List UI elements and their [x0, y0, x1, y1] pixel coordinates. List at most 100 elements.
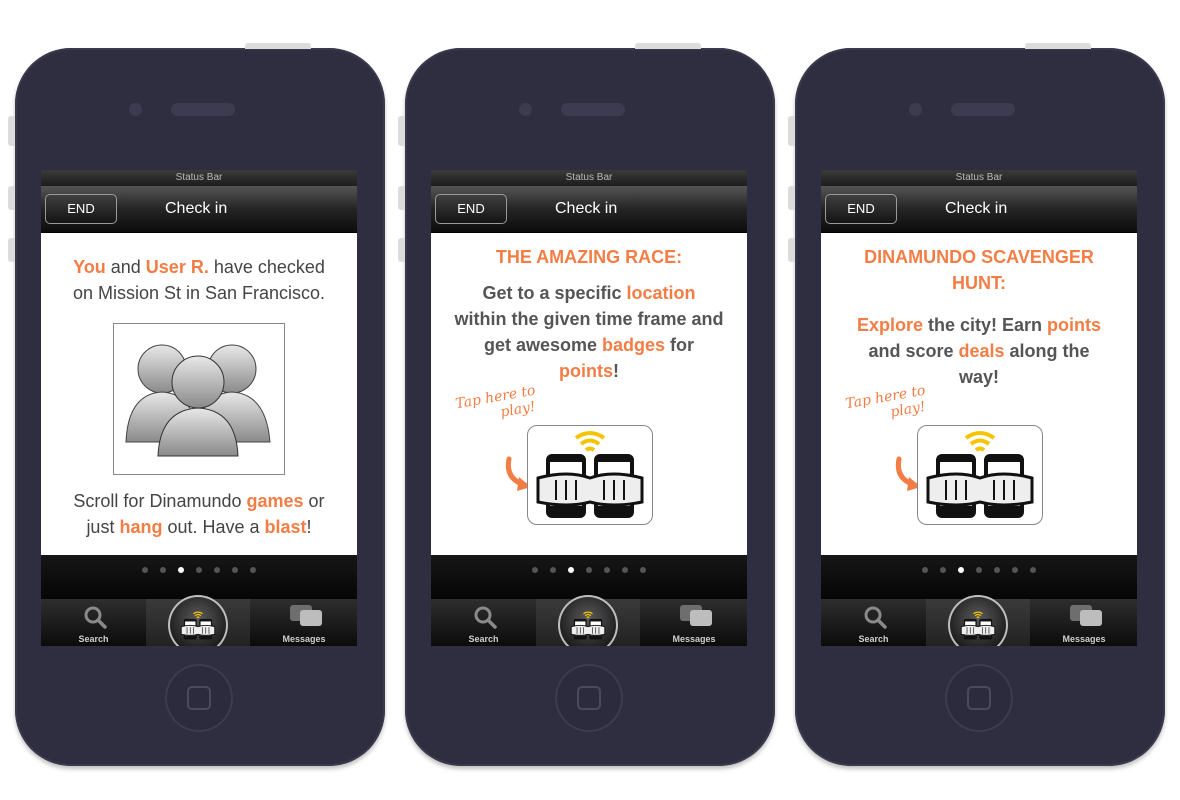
home-button-icon[interactable] — [945, 664, 1013, 732]
page-title: Check in — [555, 200, 618, 217]
game-line-1: Get to a specific location — [431, 283, 747, 304]
page-dot[interactable] — [232, 567, 238, 573]
status-bar: Status Bar — [431, 170, 747, 186]
power-button — [1025, 43, 1091, 49]
game-heading: THE AMAZING RACE: — [495, 247, 683, 267]
checkin-line-1: You and User R. have checked — [41, 257, 357, 278]
deals-highlight: deals — [958, 341, 1005, 361]
text: or — [303, 491, 325, 511]
text: ! — [613, 361, 619, 381]
location-highlight: location — [626, 283, 696, 303]
navigation-bar: END Check in — [41, 186, 357, 233]
page-indicator-bar — [431, 555, 747, 599]
play-phones-icon[interactable] — [948, 595, 1008, 646]
play-phones-icon[interactable] — [168, 595, 228, 646]
text: the city! Earn — [923, 315, 1048, 335]
page-dot[interactable] — [640, 567, 646, 573]
play-game-button[interactable] — [527, 425, 653, 525]
page-dot[interactable] — [622, 567, 628, 573]
tab-search[interactable]: Search — [821, 599, 926, 646]
text: along the — [1004, 341, 1090, 361]
home-button-icon[interactable] — [555, 664, 623, 732]
page-dot[interactable] — [1030, 567, 1036, 573]
play-phones-icon — [528, 428, 652, 518]
tab-messages-label: Messages — [672, 634, 716, 644]
badges-highlight: badges — [602, 335, 666, 355]
page-dot[interactable] — [922, 567, 928, 573]
messages-icon — [679, 604, 713, 628]
tab-bar: Search Messages — [821, 595, 1137, 646]
tab-messages[interactable]: Messages — [251, 599, 357, 646]
tab-play[interactable] — [536, 595, 640, 646]
mute-switch — [788, 116, 795, 146]
page-dot[interactable] — [604, 567, 610, 573]
tab-search[interactable]: Search — [431, 599, 536, 646]
page-dot[interactable] — [142, 567, 148, 573]
page-dot-active[interactable] — [568, 567, 574, 573]
play-phones-icon — [918, 428, 1042, 518]
text: and score — [868, 341, 959, 361]
page-indicator-bar — [41, 555, 357, 599]
page-dot[interactable] — [1012, 567, 1018, 573]
camera-icon — [519, 103, 532, 116]
play-phones-icon[interactable] — [558, 595, 618, 646]
text: get awesome — [483, 335, 602, 355]
game-line-3: get awesome badges for — [431, 335, 747, 356]
tab-messages-label: Messages — [282, 634, 326, 644]
end-button[interactable]: END — [435, 194, 507, 224]
home-button-icon[interactable] — [165, 664, 233, 732]
tab-search[interactable]: Search — [41, 599, 146, 646]
page-title: Check in — [165, 200, 228, 217]
page-dots[interactable] — [41, 567, 357, 573]
play-game-button[interactable] — [917, 425, 1043, 525]
text: Get to a specific — [482, 283, 627, 303]
game-heading-1: DINAMUNDO SCAVENGER — [864, 247, 1094, 267]
text: for — [665, 335, 695, 355]
status-bar: Status Bar — [41, 170, 357, 186]
volume-down-button — [398, 238, 405, 262]
game-content: THE AMAZING RACE: Get to a specific loca… — [431, 233, 747, 555]
page-dots[interactable] — [821, 567, 1137, 573]
page-dot[interactable] — [940, 567, 946, 573]
points-highlight: points — [1047, 315, 1102, 335]
page-dot[interactable] — [550, 567, 556, 573]
page-dot[interactable] — [994, 567, 1000, 573]
end-button[interactable]: END — [45, 194, 117, 224]
game-heading-2: HUNT: — [952, 273, 1006, 293]
camera-icon — [909, 103, 922, 116]
page-dot[interactable] — [586, 567, 592, 573]
messages-icon — [1069, 604, 1103, 628]
tab-messages[interactable]: Messages — [1031, 599, 1137, 646]
search-icon — [473, 605, 497, 629]
page-dot[interactable] — [532, 567, 538, 573]
speaker-icon — [951, 103, 1015, 116]
end-button[interactable]: END — [825, 194, 897, 224]
speaker-icon — [561, 103, 625, 116]
page-dot-active[interactable] — [958, 567, 964, 573]
users-group-icon — [113, 323, 285, 475]
hang-highlight: hang — [119, 517, 163, 537]
mute-switch — [398, 116, 405, 146]
page-dot-active[interactable] — [178, 567, 184, 573]
page-dots[interactable] — [431, 567, 747, 573]
app-screen: Status Bar END Check in You and User R. … — [41, 170, 357, 646]
tab-play[interactable] — [926, 595, 1030, 646]
page-dot[interactable] — [160, 567, 166, 573]
search-icon — [863, 605, 887, 629]
text: have checked — [208, 257, 325, 277]
game-line-1: Explore the city! Earn points — [821, 315, 1137, 336]
page-dot[interactable] — [250, 567, 256, 573]
page-dot[interactable] — [214, 567, 220, 573]
phone-3: Status Bar END Check in DINAMUNDO SCAVEN… — [788, 43, 1165, 766]
tab-play[interactable] — [146, 595, 250, 646]
tab-messages-label: Messages — [1062, 634, 1106, 644]
page-title: Check in — [945, 200, 1008, 217]
page-dot[interactable] — [976, 567, 982, 573]
page-dot[interactable] — [196, 567, 202, 573]
tab-bar: Search Messages — [431, 595, 747, 646]
speaker-icon — [171, 103, 235, 116]
navigation-bar: END Check in — [821, 186, 1137, 233]
status-bar: Status Bar — [821, 170, 1137, 186]
tab-messages[interactable]: Messages — [641, 599, 747, 646]
phone-1: Status Bar END Check in You and User R. … — [8, 43, 385, 766]
